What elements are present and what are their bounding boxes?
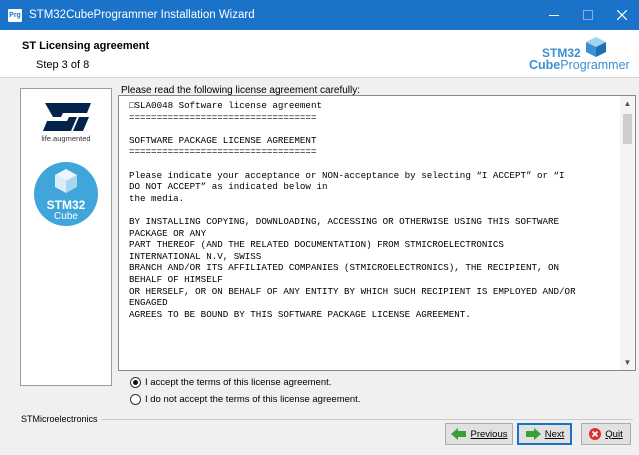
- vendor-label: STMicroelectronics: [21, 414, 98, 424]
- decline-option[interactable]: I do not accept the terms of this licens…: [130, 394, 360, 405]
- step-counter: Step 3 of 8: [36, 59, 90, 71]
- window-title: STM32CubeProgrammer Installation Wizard: [29, 9, 255, 21]
- quit-button[interactable]: Quit: [581, 423, 631, 445]
- previous-label: Previous: [470, 428, 508, 440]
- window-controls: [537, 0, 639, 30]
- side-banner: life.augmented STM32 Cube: [20, 88, 112, 386]
- maximize-icon: [583, 10, 593, 20]
- scroll-thumb[interactable]: [623, 114, 632, 144]
- stm32cubeprogrammer-logo: STM32 CubeProgrammer: [529, 36, 630, 74]
- st-tagline: life.augmented: [41, 134, 91, 143]
- footer-divider: [101, 419, 633, 420]
- close-icon: [617, 10, 627, 20]
- decline-label: I do not accept the terms of this licens…: [145, 394, 361, 405]
- arrow-right-icon: [525, 428, 541, 440]
- maximize-button[interactable]: [571, 0, 605, 30]
- st-logo-icon: [43, 103, 91, 131]
- title-bar: Prg STM32CubeProgrammer Installation Wiz…: [0, 0, 639, 30]
- badge-title: STM32: [46, 198, 86, 212]
- license-textarea[interactable]: □SLA0048 Software license agreement ====…: [118, 95, 636, 371]
- chevron-down-icon: ▼: [623, 358, 632, 367]
- scroll-up-button[interactable]: ▲: [620, 96, 635, 111]
- license-text: □SLA0048 Software license agreement ====…: [129, 100, 576, 320]
- brand-programmer-text: CubeProgrammer: [529, 58, 630, 72]
- vertical-scrollbar[interactable]: ▲ ▼: [620, 96, 635, 370]
- next-button[interactable]: Next: [517, 423, 572, 445]
- decline-radio[interactable]: [130, 394, 141, 405]
- app-icon: Prg: [8, 8, 22, 22]
- chevron-up-icon: ▲: [623, 99, 632, 108]
- accept-radio[interactable]: [130, 377, 141, 388]
- next-label: Next: [544, 428, 565, 440]
- minimize-button[interactable]: [537, 0, 571, 30]
- close-button[interactable]: [605, 0, 639, 30]
- quit-label: Quit: [605, 428, 623, 440]
- accept-label: I accept the terms of this license agree…: [145, 377, 332, 388]
- wizard-header: ST Licensing agreement Step 3 of 8 STM32…: [0, 30, 639, 78]
- badge-subtitle: Cube: [54, 211, 78, 222]
- step-title: ST Licensing agreement: [22, 40, 150, 52]
- stm32cube-badge: STM32 Cube: [34, 162, 98, 226]
- minimize-icon: [549, 15, 559, 16]
- quit-icon: [589, 428, 602, 440]
- cube-icon: [55, 169, 77, 193]
- previous-button[interactable]: Previous: [445, 423, 513, 445]
- cube-icon: [586, 37, 606, 57]
- scroll-down-button[interactable]: ▼: [620, 355, 635, 370]
- accept-option[interactable]: I accept the terms of this license agree…: [130, 377, 331, 388]
- arrow-left-icon: [450, 428, 467, 440]
